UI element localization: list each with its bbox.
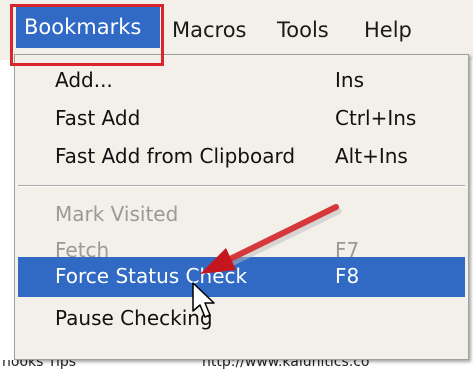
background-text: nooks Tips bbox=[2, 360, 77, 370]
menu-item-label: Pause Checking bbox=[55, 306, 213, 330]
menu-item-force-status-check[interactable]: Force Status Check F8 bbox=[18, 257, 465, 297]
menu-item-shortcut: Ctrl+Ins bbox=[335, 106, 417, 130]
menu-item-pause-checking[interactable]: Pause Checking bbox=[18, 299, 465, 337]
menu-help[interactable]: Help bbox=[358, 12, 418, 48]
menu-item-shortcut: Ins bbox=[335, 68, 364, 92]
menu-item-label: Add... bbox=[55, 68, 113, 92]
menu-item-label: Fast Add from Clipboard bbox=[55, 144, 296, 168]
menu-separator bbox=[18, 185, 465, 187]
menu-item-fast-add[interactable]: Fast Add Ctrl+Ins bbox=[18, 99, 465, 137]
menu-bookmarks[interactable]: Bookmarks bbox=[16, 6, 160, 48]
menu-item-add[interactable]: Add... Ins bbox=[18, 61, 465, 99]
menu-item-label: Fast Add bbox=[55, 106, 141, 130]
background-list-fragment: nooks Tips http://www.kalunitics.co bbox=[0, 360, 473, 373]
menu-item-fast-add-from-clipboard[interactable]: Fast Add from Clipboard Alt+Ins bbox=[18, 137, 465, 175]
background-url-text: http://www.kalunitics.co bbox=[202, 360, 370, 370]
menu-macros[interactable]: Macros bbox=[166, 12, 253, 48]
menu-item-shortcut: Alt+Ins bbox=[335, 144, 408, 168]
menu-item-label: Mark Visited bbox=[55, 202, 179, 226]
menu-tools[interactable]: Tools bbox=[271, 12, 335, 48]
menu-item-mark-visited: Mark Visited bbox=[18, 195, 465, 233]
menu-bar: Bookmarks Macros Tools Help bbox=[0, 0, 473, 60]
menu-item-label: Force Status Check bbox=[55, 264, 248, 288]
bookmarks-dropdown-menu: Add... Ins Fast Add Ctrl+Ins Fast Add fr… bbox=[14, 54, 469, 360]
menu-item-shortcut: F8 bbox=[335, 264, 360, 288]
